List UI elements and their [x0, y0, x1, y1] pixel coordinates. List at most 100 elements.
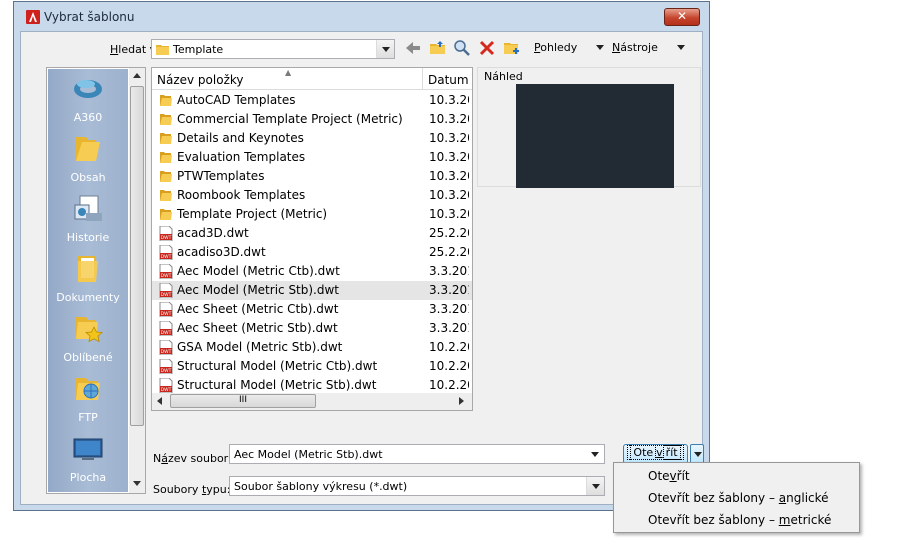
file-date: 10.2.2015	[429, 340, 469, 354]
dialog-client-area: Hledat v: Template Pohledy Nástroje A360…	[20, 31, 704, 505]
sort-ascending-icon: ▲	[285, 68, 292, 77]
search-web-icon[interactable]	[453, 39, 471, 57]
autocad-app-icon	[26, 10, 40, 24]
place-favorites[interactable]: Oblíbené	[48, 311, 128, 369]
file-row[interactable]: AutoCAD Templates 10.3.2015	[152, 91, 472, 110]
file-row[interactable]: DWT acadiso3D.dwt 25.2.2015	[152, 243, 472, 262]
up-folder-icon[interactable]	[429, 39, 447, 57]
close-icon: ✕	[676, 9, 688, 23]
chevron-down-icon[interactable]	[376, 40, 394, 58]
file-name: acadiso3D.dwt	[177, 245, 266, 259]
views-chevron-down-icon[interactable]	[596, 45, 604, 50]
ftp-icon	[76, 378, 100, 400]
places-scrollbar[interactable]	[129, 68, 145, 493]
dwt-file-icon: DWT	[159, 226, 173, 241]
scroll-thumb[interactable]	[130, 86, 144, 426]
dwt-file-icon: DWT	[159, 283, 173, 298]
file-row[interactable]: Evaluation Templates 10.3.2015	[152, 148, 472, 167]
file-date: 10.3.2015	[429, 93, 469, 107]
file-name: Commercial Template Project (Metric)	[177, 112, 403, 126]
file-row[interactable]: Commercial Template Project (Metric) 10.3…	[152, 110, 472, 129]
title-bar[interactable]: Vybrat šablonu ✕	[14, 2, 709, 32]
open-options-menu: Otevřít Otevřít bez šablony – anglické O…	[613, 462, 860, 533]
hscroll-thumb[interactable]: III	[170, 394, 316, 408]
file-date: 3.3.2015	[429, 283, 469, 297]
file-row[interactable]: PTWTemplates 10.3.2015	[152, 167, 472, 186]
file-name: Aec Model (Metric Ctb).dwt	[177, 264, 340, 278]
preview-panel: Náhled	[477, 67, 701, 188]
menu-item-open-no-template-imperial[interactable]: Otevřít bez šablony – anglické	[614, 487, 859, 509]
file-type-label: Soubory typu:	[153, 483, 231, 496]
close-button[interactable]: ✕	[664, 8, 700, 26]
place-a360[interactable]: A360	[48, 71, 128, 129]
file-row[interactable]: DWT acad3D.dwt 25.2.2015	[152, 224, 472, 243]
scroll-left-icon[interactable]	[157, 397, 162, 405]
file-name: acad3D.dwt	[177, 226, 249, 240]
open-button[interactable]: Ote v řít	[623, 444, 688, 464]
file-date: 10.3.2015	[429, 207, 469, 221]
file-name: Structural Model (Metric Ctb).dwt	[177, 359, 378, 373]
file-date: 10.3.2015	[429, 150, 469, 164]
place-ftp[interactable]: FTP	[48, 371, 128, 429]
file-row[interactable]: DWT Structural Model (Metric Ctb).dwt 10.2…	[152, 357, 472, 376]
file-row[interactable]: DWT Aec Model (Metric Ctb).dwt 3.3.2015	[152, 262, 472, 281]
file-date: 10.3.2015	[429, 169, 469, 183]
svg-text:DWT: DWT	[161, 292, 172, 298]
file-name-chevron-down-icon[interactable]	[586, 445, 604, 463]
place-content[interactable]: Obsah	[48, 131, 128, 189]
file-row[interactable]: Details and Keynotes 10.3.2015	[152, 129, 472, 148]
folder-icon	[160, 95, 172, 106]
places-bar: A360 Obsah Historie Dokumenty Oblíbené F…	[46, 67, 146, 494]
svg-text:DWT: DWT	[161, 349, 172, 355]
open-options-chevron-down-icon[interactable]	[690, 444, 704, 464]
svg-text:DWT: DWT	[161, 311, 172, 317]
look-in-dropdown[interactable]: Template	[151, 39, 395, 59]
file-row[interactable]: Roombook Templates 10.3.2015	[152, 186, 472, 205]
folder-icon	[160, 190, 172, 201]
dwt-file-icon: DWT	[159, 302, 173, 317]
svg-text:DWT: DWT	[161, 254, 172, 260]
file-date: 10.2.2015	[429, 359, 469, 373]
folder-icon	[160, 133, 172, 144]
tools-menu[interactable]: Nástroje	[612, 41, 658, 54]
dwt-file-icon: DWT	[159, 321, 173, 336]
back-icon[interactable]	[404, 39, 422, 57]
menu-item-open[interactable]: Otevřít	[614, 465, 859, 487]
svg-text:DWT: DWT	[161, 368, 172, 374]
file-list-hscrollbar[interactable]: III	[152, 393, 472, 410]
file-row[interactable]: DWT GSA Model (Metric Stb).dwt 10.2.2015	[152, 338, 472, 357]
scroll-right-icon[interactable]	[459, 397, 464, 405]
file-list: Název položky ▲ Datum AutoCAD Templates 1…	[151, 67, 473, 411]
file-name: Aec Model (Metric Stb).dwt	[177, 283, 340, 297]
column-header-name[interactable]: Název položky ▲	[152, 68, 423, 90]
desktop-icon	[73, 438, 103, 460]
file-date: 10.2.2015	[429, 378, 469, 392]
documents-icon	[78, 256, 98, 282]
file-row[interactable]: Template Project (Metric) 10.3.2015	[152, 205, 472, 224]
menu-item-open-no-template-metric[interactable]: Otevřít bez šablony – metrické	[614, 509, 859, 531]
scroll-down-icon[interactable]	[133, 481, 141, 486]
place-desktop[interactable]: Plocha	[48, 431, 128, 489]
column-header-date[interactable]: Datum	[423, 68, 472, 90]
delete-icon[interactable]	[478, 39, 496, 57]
file-name-field[interactable]: Aec Model (Metric Stb).dwt	[229, 444, 605, 464]
svg-text:DWT: DWT	[161, 330, 172, 336]
file-type-chevron-down-icon[interactable]	[586, 477, 604, 495]
file-row[interactable]: DWT Aec Model (Metric Stb).dwt 3.3.2015	[152, 281, 472, 300]
tools-chevron-down-icon[interactable]	[677, 45, 685, 50]
file-row[interactable]: DWT Aec Sheet (Metric Stb).dwt 3.3.2015	[152, 319, 472, 338]
place-history[interactable]: Historie	[48, 191, 128, 249]
dwt-file-icon: DWT	[159, 264, 173, 279]
file-row[interactable]: DWT Aec Sheet (Metric Ctb).dwt 3.3.2015	[152, 300, 472, 319]
new-folder-icon[interactable]	[503, 39, 521, 57]
file-name: Aec Sheet (Metric Stb).dwt	[177, 321, 338, 335]
folder-icon	[160, 114, 172, 125]
file-type-dropdown[interactable]: Soubor šablony výkresu (*.dwt)	[229, 476, 605, 496]
scroll-up-icon[interactable]	[133, 73, 141, 78]
file-name: Details and Keynotes	[177, 131, 304, 145]
place-documents[interactable]: Dokumenty	[48, 251, 128, 309]
views-menu[interactable]: Pohledy	[534, 41, 577, 54]
dwt-file-icon: DWT	[159, 245, 173, 260]
file-name: Evaluation Templates	[177, 150, 306, 164]
file-name: AutoCAD Templates	[177, 93, 296, 107]
